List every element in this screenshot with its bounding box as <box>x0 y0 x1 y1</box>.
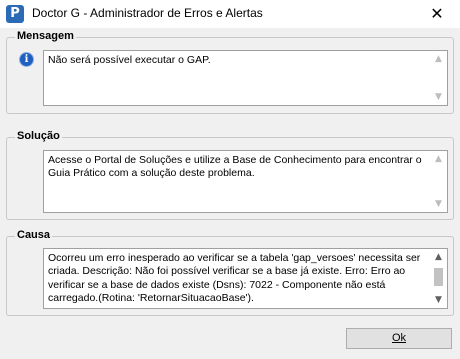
causa-scrollbar[interactable]: ▲ ▼ <box>430 249 447 308</box>
scroll-up-arrow-icon[interactable]: ▲ <box>430 152 447 166</box>
mensagem-group: Mensagem i Não será possível executar o … <box>6 30 454 114</box>
close-icon: ✕ <box>430 4 444 23</box>
causa-label: Causa <box>15 229 53 241</box>
scroll-down-arrow-icon[interactable]: ▼ <box>430 90 447 104</box>
window-title: Doctor G - Administrador de Erros e Aler… <box>32 6 263 20</box>
scroll-up-arrow-icon[interactable]: ▲ <box>430 250 447 264</box>
solucao-scrollbar[interactable]: ▲ ▼ <box>430 151 447 212</box>
causa-textbox[interactable]: Ocorreu um erro inesperado ao verificar … <box>43 248 448 309</box>
info-icon-glyph: i <box>24 54 29 65</box>
info-icon: i <box>19 52 34 67</box>
scroll-thumb[interactable] <box>434 268 443 286</box>
ok-button-label: Ok <box>391 332 407 344</box>
solucao-group: Solução Acesse o Portal de Soluções e ut… <box>6 130 454 220</box>
causa-text: Ocorreu um erro inesperado ao verificar … <box>48 252 421 305</box>
title-bar: P Doctor G - Administrador de Erros e Al… <box>0 0 460 28</box>
close-button[interactable]: ✕ <box>414 0 460 28</box>
scroll-down-arrow-icon[interactable]: ▼ <box>430 197 447 211</box>
mensagem-scrollbar[interactable]: ▲ ▼ <box>430 51 447 105</box>
scroll-down-arrow-icon[interactable]: ▼ <box>430 293 447 307</box>
solucao-text: Acesse o Portal de Soluções e utilize a … <box>48 154 422 180</box>
mensagem-text: Não será possível executar o GAP. <box>48 54 211 66</box>
ok-button[interactable]: Ok <box>346 328 452 349</box>
app-icon-letter: P <box>10 6 20 21</box>
mensagem-label: Mensagem <box>15 30 76 42</box>
scroll-up-arrow-icon[interactable]: ▲ <box>430 52 447 66</box>
solucao-label: Solução <box>15 130 62 142</box>
causa-group: Causa Ocorreu um erro inesperado ao veri… <box>6 229 454 316</box>
app-icon: P <box>6 5 24 23</box>
solucao-textbox[interactable]: Acesse o Portal de Soluções e utilize a … <box>43 150 448 213</box>
mensagem-textbox[interactable]: Não será possível executar o GAP. ▲ ▼ <box>43 50 448 106</box>
